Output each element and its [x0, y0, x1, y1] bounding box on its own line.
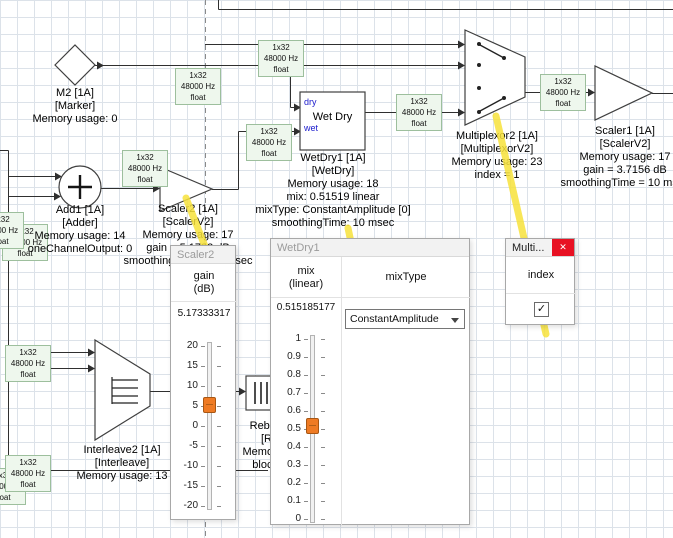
multiplexor-inspector-panel[interactable]: Multi... ✕ index ✓: [505, 238, 575, 325]
wire-type-label: 1x3248000 Hzfloat: [175, 68, 221, 105]
wetdry1-caption: WetDry1 [1A] [WetDry] Memory usage: 18 m…: [243, 152, 423, 230]
wire-type-label: 1x3248000 Hzfloat: [5, 345, 51, 382]
slider-tick-marks: [321, 339, 325, 520]
gain-unit-label: (dB): [171, 283, 237, 295]
slider-tick-label: -15: [172, 480, 198, 492]
gain-value-field[interactable]: 5.17333317: [171, 308, 237, 320]
wire-channels: 1x32: [259, 42, 303, 53]
slider-tick-label: 0.5: [273, 423, 301, 435]
mix-unit-label: (linear): [271, 278, 341, 290]
slider-tick-label: 0.7: [273, 387, 301, 399]
slider-tick-label: 0.8: [273, 369, 301, 381]
wetdry-wet-port-label: wet: [304, 123, 318, 133]
multiplexor-block-shape[interactable]: [465, 30, 525, 125]
wire-type-label: 1x3248000 Hzfloat: [540, 74, 586, 111]
mix-value-field[interactable]: 0.515185177: [271, 302, 341, 314]
scaler1-caption: Scaler1 [1A] [ScalerV2] Memory usage: 17…: [535, 125, 673, 190]
slider-tick-label: 1: [273, 333, 301, 345]
slider-tick-label: 0: [172, 420, 198, 432]
slider-tick-label: 0.9: [273, 351, 301, 363]
divider: [271, 297, 471, 298]
scaler2-inspector-panel[interactable]: Scaler2 gain (dB) 5.17333317 20 15 10 5 …: [170, 245, 236, 520]
index-param-label: index: [506, 269, 576, 281]
mixtype-column-label: mixType: [341, 271, 471, 283]
slider-tick-label: -5: [172, 440, 198, 452]
slider-tick-label: 0.1: [273, 495, 301, 507]
slider-tick-marks: [201, 346, 205, 507]
marker-block-shape[interactable]: [55, 45, 95, 85]
slider-tick-label: 0.2: [273, 477, 301, 489]
gain-param-label: gain: [171, 270, 237, 282]
gain-slider-handle[interactable]: [203, 397, 216, 413]
check-icon: ✓: [537, 303, 546, 315]
mixtype-dropdown[interactable]: ConstantAmplitude: [345, 309, 465, 329]
slider-tick-label: 15: [172, 360, 198, 372]
chevron-down-icon: [451, 318, 459, 323]
gain-slider-track[interactable]: [207, 342, 212, 510]
wetdry1-inspector-panel[interactable]: WetDry1 mix (linear) mixType 0.515185177…: [270, 238, 470, 525]
slider-tick-label: 0: [273, 513, 301, 525]
wire-type-label: 1x3248000 Hzfloat: [122, 150, 168, 187]
divider: [171, 301, 237, 302]
wire-type-label: 1x3248000 Hzfloat: [396, 94, 442, 131]
wetdry-block-title: Wet Dry: [300, 111, 365, 123]
slider-tick-marks: [217, 346, 221, 507]
slider-tick-label: 0.6: [273, 405, 301, 417]
designer-canvas: 1x32 48000 Hz float 1x3248000 Hzfloat 1x…: [0, 0, 673, 538]
close-icon: ✕: [559, 242, 567, 252]
mix-slider-handle[interactable]: [306, 418, 319, 434]
slider-tick-label: 0.3: [273, 459, 301, 471]
wire-samplerate: 48000 Hz: [259, 53, 303, 64]
mix-param-label: mix: [271, 265, 341, 277]
index-checkbox[interactable]: ✓: [534, 302, 549, 317]
slider-tick-label: -20: [172, 500, 198, 512]
slider-tick-label: -10: [172, 460, 198, 472]
wire-type-label: 1x32 48000 Hz float: [258, 40, 304, 77]
divider: [506, 293, 576, 294]
wetdry-dry-port-label: dry: [304, 97, 317, 107]
wire-format: float: [259, 64, 303, 75]
wetdry1-panel-titlebar[interactable]: WetDry1: [271, 239, 469, 257]
interleave-block-shape[interactable]: [95, 340, 150, 440]
mixtype-selected-value: ConstantAmplitude: [350, 313, 439, 325]
slider-tick-label: 5: [172, 400, 198, 412]
slider-tick-label: 0.4: [273, 441, 301, 453]
slider-tick-label: 10: [172, 380, 198, 392]
m2-caption: M2 [1A] [Marker] Memory usage: 0: [10, 87, 140, 126]
scaler1-block-shape[interactable]: [595, 66, 652, 120]
close-button[interactable]: ✕: [552, 239, 574, 256]
scaler2-panel-titlebar[interactable]: Scaler2: [171, 246, 235, 264]
slider-tick-label: 20: [172, 340, 198, 352]
